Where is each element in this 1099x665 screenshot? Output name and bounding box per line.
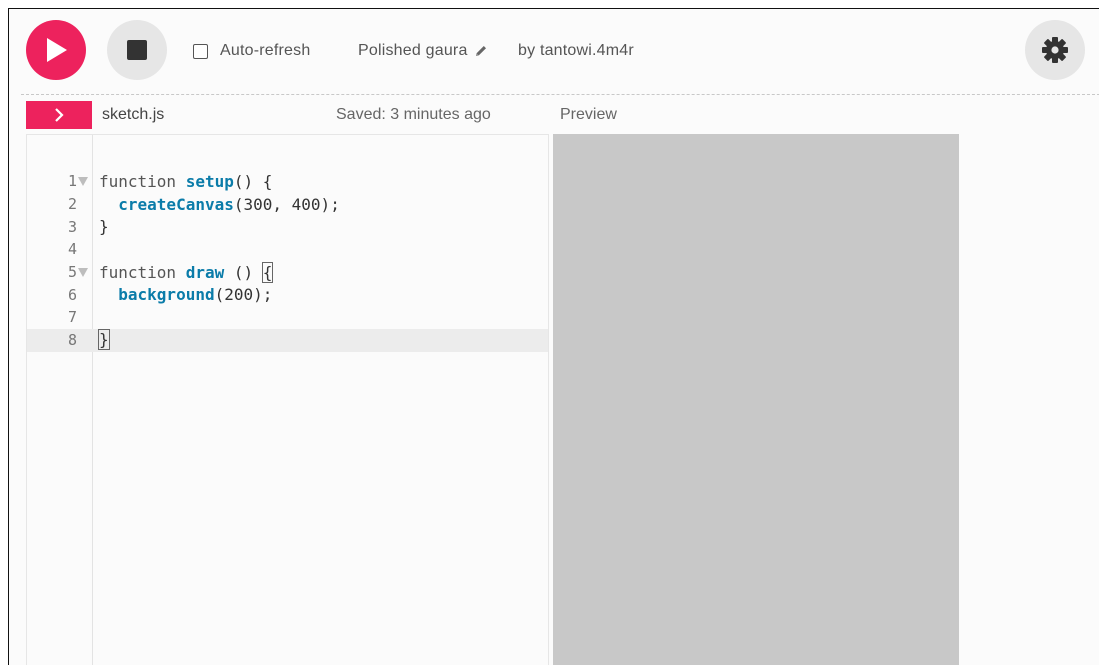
- code-token: (300, 400);: [233, 194, 340, 214]
- auto-refresh-checkbox[interactable]: [193, 43, 208, 59]
- code-line[interactable]: 3 }: [27, 215, 548, 238]
- code-line[interactable]: 6 background(200);: [27, 283, 548, 306]
- code-token: (200);: [214, 285, 273, 305]
- active-code-line[interactable]: 8 }: [27, 328, 548, 352]
- code-text: function draw () {: [89, 261, 274, 283]
- chevron-right-icon: [55, 108, 64, 122]
- code-token: }: [99, 217, 109, 237]
- stop-button[interactable]: [107, 20, 167, 80]
- code-line[interactable]: 4: [27, 238, 548, 261]
- saved-status: Saved: 3 minutes ago: [336, 106, 491, 123]
- auto-refresh-toggle[interactable]: Auto-refresh: [193, 40, 310, 62]
- preview-canvas: [553, 134, 959, 665]
- code-text: createCanvas(300, 400);: [89, 195, 340, 214]
- app-window: Auto-refresh Polished gaura by tantowi.4…: [8, 8, 1099, 665]
- toolbar: Auto-refresh Polished gaura by tantowi.4…: [9, 9, 1099, 95]
- code-text: function setup() {: [89, 172, 272, 191]
- code-editor[interactable]: 1 function setup() { 2 createCanvas(300,…: [26, 134, 549, 665]
- line-number: 1: [67, 172, 77, 191]
- fold-icon[interactable]: [77, 176, 89, 186]
- function-name: createCanvas: [118, 194, 234, 214]
- file-name[interactable]: sketch.js: [102, 104, 164, 126]
- project-name[interactable]: Polished gaura: [358, 40, 488, 62]
- code-text: background(200);: [89, 285, 272, 304]
- keyword: function: [99, 171, 186, 191]
- auto-refresh-label: Auto-refresh: [220, 42, 311, 59]
- matched-bracket: {: [261, 261, 274, 283]
- line-number: 6: [67, 285, 77, 304]
- author: by tantowi.4m4r: [518, 40, 634, 62]
- preview-label: Preview: [560, 106, 617, 123]
- line-number: 8: [67, 331, 77, 350]
- code-text: }: [89, 329, 110, 351]
- function-name: draw: [185, 262, 225, 282]
- code-line[interactable]: 7: [27, 306, 548, 329]
- line-number: 2: [67, 195, 77, 214]
- stop-icon: [127, 40, 147, 60]
- code-line[interactable]: 1 function setup() {: [27, 170, 548, 193]
- play-button[interactable]: [26, 20, 86, 80]
- line-number: 3: [67, 217, 77, 236]
- fold-icon[interactable]: [77, 267, 89, 277]
- text-cursor: [108, 331, 110, 350]
- author-label: by tantowi.4m4r: [518, 42, 634, 59]
- line-number: 5: [67, 263, 77, 282]
- code-line[interactable]: 5 function draw () {: [27, 261, 548, 284]
- gear-icon: [1042, 37, 1068, 63]
- expand-sidebar-button[interactable]: [26, 101, 92, 129]
- settings-button[interactable]: [1025, 20, 1085, 80]
- function-name: setup: [185, 171, 234, 191]
- play-icon: [47, 38, 67, 62]
- code-token: (): [224, 262, 263, 282]
- line-number: 7: [67, 308, 77, 327]
- matched-bracket: }: [98, 329, 110, 351]
- project-name-label: Polished gaura: [358, 42, 468, 59]
- code-line[interactable]: 2 createCanvas(300, 400);: [27, 193, 548, 216]
- line-number: 4: [67, 240, 77, 259]
- code-token: () {: [233, 171, 273, 191]
- function-name: background: [118, 285, 215, 305]
- keyword: function: [99, 262, 186, 282]
- code-area[interactable]: 1 function setup() { 2 createCanvas(300,…: [27, 170, 548, 352]
- toolbar-divider: [21, 94, 1099, 95]
- pencil-icon[interactable]: [474, 44, 488, 58]
- code-text: }: [89, 217, 109, 236]
